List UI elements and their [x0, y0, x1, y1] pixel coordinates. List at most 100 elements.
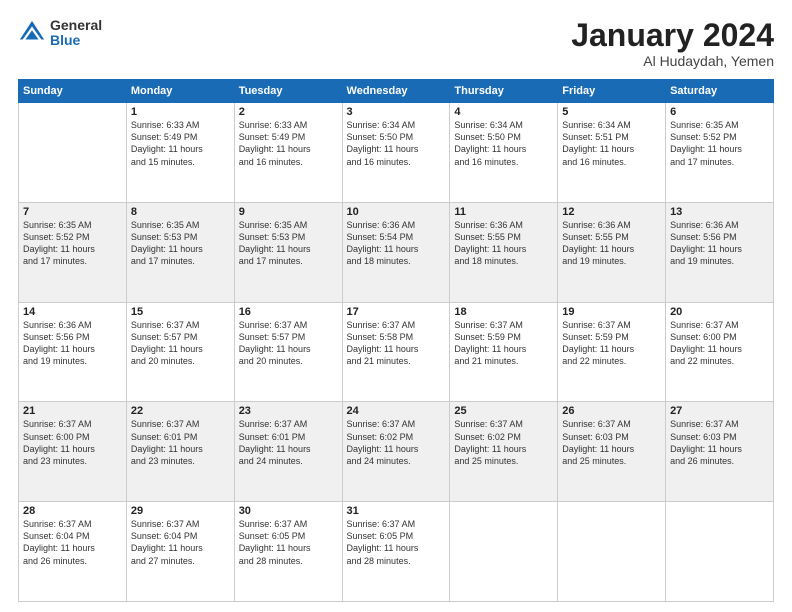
- day-number: 14: [23, 306, 122, 318]
- calendar-header-thursday: Thursday: [450, 80, 558, 103]
- calendar-cell: 12Sunrise: 6:36 AM Sunset: 5:55 PM Dayli…: [558, 202, 666, 302]
- calendar-cell: 25Sunrise: 6:37 AM Sunset: 6:02 PM Dayli…: [450, 402, 558, 502]
- calendar-cell: 16Sunrise: 6:37 AM Sunset: 5:57 PM Dayli…: [234, 302, 342, 402]
- day-info: Sunrise: 6:34 AM Sunset: 5:50 PM Dayligh…: [454, 119, 553, 168]
- calendar-cell: 4Sunrise: 6:34 AM Sunset: 5:50 PM Daylig…: [450, 103, 558, 203]
- day-info: Sunrise: 6:37 AM Sunset: 5:59 PM Dayligh…: [562, 319, 661, 368]
- calendar-cell: 6Sunrise: 6:35 AM Sunset: 5:52 PM Daylig…: [666, 103, 774, 203]
- day-number: 9: [239, 206, 338, 218]
- day-info: Sunrise: 6:37 AM Sunset: 6:01 PM Dayligh…: [239, 418, 338, 467]
- day-number: 20: [670, 306, 769, 318]
- day-number: 5: [562, 106, 661, 118]
- logo-text: General Blue: [50, 18, 102, 49]
- day-info: Sunrise: 6:37 AM Sunset: 5:57 PM Dayligh…: [239, 319, 338, 368]
- calendar-cell: [558, 502, 666, 602]
- calendar-cell: 19Sunrise: 6:37 AM Sunset: 5:59 PM Dayli…: [558, 302, 666, 402]
- calendar-week-row: 21Sunrise: 6:37 AM Sunset: 6:00 PM Dayli…: [19, 402, 774, 502]
- calendar-cell: 9Sunrise: 6:35 AM Sunset: 5:53 PM Daylig…: [234, 202, 342, 302]
- calendar-week-row: 1Sunrise: 6:33 AM Sunset: 5:49 PM Daylig…: [19, 103, 774, 203]
- day-number: 31: [347, 505, 446, 517]
- day-number: 29: [131, 505, 230, 517]
- calendar-week-row: 7Sunrise: 6:35 AM Sunset: 5:52 PM Daylig…: [19, 202, 774, 302]
- day-info: Sunrise: 6:36 AM Sunset: 5:56 PM Dayligh…: [670, 219, 769, 268]
- calendar-cell: 13Sunrise: 6:36 AM Sunset: 5:56 PM Dayli…: [666, 202, 774, 302]
- day-info: Sunrise: 6:37 AM Sunset: 6:02 PM Dayligh…: [347, 418, 446, 467]
- day-number: 30: [239, 505, 338, 517]
- day-number: 22: [131, 405, 230, 417]
- day-number: 27: [670, 405, 769, 417]
- day-info: Sunrise: 6:37 AM Sunset: 5:57 PM Dayligh…: [131, 319, 230, 368]
- day-info: Sunrise: 6:33 AM Sunset: 5:49 PM Dayligh…: [239, 119, 338, 168]
- day-info: Sunrise: 6:34 AM Sunset: 5:51 PM Dayligh…: [562, 119, 661, 168]
- calendar-cell: 20Sunrise: 6:37 AM Sunset: 6:00 PM Dayli…: [666, 302, 774, 402]
- calendar-cell: 11Sunrise: 6:36 AM Sunset: 5:55 PM Dayli…: [450, 202, 558, 302]
- day-number: 23: [239, 405, 338, 417]
- calendar-cell: 5Sunrise: 6:34 AM Sunset: 5:51 PM Daylig…: [558, 103, 666, 203]
- calendar-header-row: SundayMondayTuesdayWednesdayThursdayFrid…: [19, 80, 774, 103]
- day-info: Sunrise: 6:37 AM Sunset: 6:03 PM Dayligh…: [670, 418, 769, 467]
- title-location: Al Hudaydah, Yemen: [571, 53, 774, 69]
- calendar-header-sunday: Sunday: [19, 80, 127, 103]
- day-number: 21: [23, 405, 122, 417]
- calendar-cell: 14Sunrise: 6:36 AM Sunset: 5:56 PM Dayli…: [19, 302, 127, 402]
- day-number: 12: [562, 206, 661, 218]
- day-number: 11: [454, 206, 553, 218]
- day-number: 18: [454, 306, 553, 318]
- day-number: 17: [347, 306, 446, 318]
- logo-general: General: [50, 18, 102, 33]
- logo: General Blue: [18, 18, 102, 49]
- calendar-cell: 1Sunrise: 6:33 AM Sunset: 5:49 PM Daylig…: [126, 103, 234, 203]
- day-number: 4: [454, 106, 553, 118]
- day-info: Sunrise: 6:37 AM Sunset: 6:04 PM Dayligh…: [23, 518, 122, 567]
- day-number: 6: [670, 106, 769, 118]
- day-number: 1: [131, 106, 230, 118]
- calendar-cell: 24Sunrise: 6:37 AM Sunset: 6:02 PM Dayli…: [342, 402, 450, 502]
- calendar-table: SundayMondayTuesdayWednesdayThursdayFrid…: [18, 79, 774, 602]
- day-info: Sunrise: 6:33 AM Sunset: 5:49 PM Dayligh…: [131, 119, 230, 168]
- header: General Blue January 2024 Al Hudaydah, Y…: [18, 18, 774, 69]
- calendar-header-monday: Monday: [126, 80, 234, 103]
- calendar-cell: 27Sunrise: 6:37 AM Sunset: 6:03 PM Dayli…: [666, 402, 774, 502]
- calendar-cell: 3Sunrise: 6:34 AM Sunset: 5:50 PM Daylig…: [342, 103, 450, 203]
- calendar-cell: [666, 502, 774, 602]
- logo-icon: [18, 19, 46, 47]
- day-info: Sunrise: 6:37 AM Sunset: 6:00 PM Dayligh…: [670, 319, 769, 368]
- day-info: Sunrise: 6:37 AM Sunset: 6:02 PM Dayligh…: [454, 418, 553, 467]
- day-info: Sunrise: 6:36 AM Sunset: 5:56 PM Dayligh…: [23, 319, 122, 368]
- calendar-cell: 17Sunrise: 6:37 AM Sunset: 5:58 PM Dayli…: [342, 302, 450, 402]
- day-info: Sunrise: 6:36 AM Sunset: 5:55 PM Dayligh…: [562, 219, 661, 268]
- day-number: 16: [239, 306, 338, 318]
- page: General Blue January 2024 Al Hudaydah, Y…: [0, 0, 792, 612]
- day-info: Sunrise: 6:35 AM Sunset: 5:52 PM Dayligh…: [23, 219, 122, 268]
- day-number: 19: [562, 306, 661, 318]
- title-block: January 2024 Al Hudaydah, Yemen: [571, 18, 774, 69]
- calendar-cell: 21Sunrise: 6:37 AM Sunset: 6:00 PM Dayli…: [19, 402, 127, 502]
- day-info: Sunrise: 6:37 AM Sunset: 5:58 PM Dayligh…: [347, 319, 446, 368]
- logo-blue: Blue: [50, 33, 102, 48]
- calendar-cell: 10Sunrise: 6:36 AM Sunset: 5:54 PM Dayli…: [342, 202, 450, 302]
- day-info: Sunrise: 6:35 AM Sunset: 5:52 PM Dayligh…: [670, 119, 769, 168]
- calendar-header-tuesday: Tuesday: [234, 80, 342, 103]
- day-number: 25: [454, 405, 553, 417]
- calendar-cell: 18Sunrise: 6:37 AM Sunset: 5:59 PM Dayli…: [450, 302, 558, 402]
- calendar-cell: 26Sunrise: 6:37 AM Sunset: 6:03 PM Dayli…: [558, 402, 666, 502]
- day-number: 24: [347, 405, 446, 417]
- day-info: Sunrise: 6:36 AM Sunset: 5:54 PM Dayligh…: [347, 219, 446, 268]
- calendar-cell: 28Sunrise: 6:37 AM Sunset: 6:04 PM Dayli…: [19, 502, 127, 602]
- calendar-header-saturday: Saturday: [666, 80, 774, 103]
- day-info: Sunrise: 6:37 AM Sunset: 5:59 PM Dayligh…: [454, 319, 553, 368]
- day-info: Sunrise: 6:34 AM Sunset: 5:50 PM Dayligh…: [347, 119, 446, 168]
- calendar-cell: [450, 502, 558, 602]
- calendar-week-row: 28Sunrise: 6:37 AM Sunset: 6:04 PM Dayli…: [19, 502, 774, 602]
- day-number: 13: [670, 206, 769, 218]
- day-info: Sunrise: 6:37 AM Sunset: 6:05 PM Dayligh…: [347, 518, 446, 567]
- day-number: 15: [131, 306, 230, 318]
- calendar-week-row: 14Sunrise: 6:36 AM Sunset: 5:56 PM Dayli…: [19, 302, 774, 402]
- day-info: Sunrise: 6:36 AM Sunset: 5:55 PM Dayligh…: [454, 219, 553, 268]
- day-number: 7: [23, 206, 122, 218]
- day-info: Sunrise: 6:37 AM Sunset: 6:00 PM Dayligh…: [23, 418, 122, 467]
- day-info: Sunrise: 6:37 AM Sunset: 6:01 PM Dayligh…: [131, 418, 230, 467]
- day-info: Sunrise: 6:35 AM Sunset: 5:53 PM Dayligh…: [131, 219, 230, 268]
- calendar-cell: 15Sunrise: 6:37 AM Sunset: 5:57 PM Dayli…: [126, 302, 234, 402]
- day-number: 26: [562, 405, 661, 417]
